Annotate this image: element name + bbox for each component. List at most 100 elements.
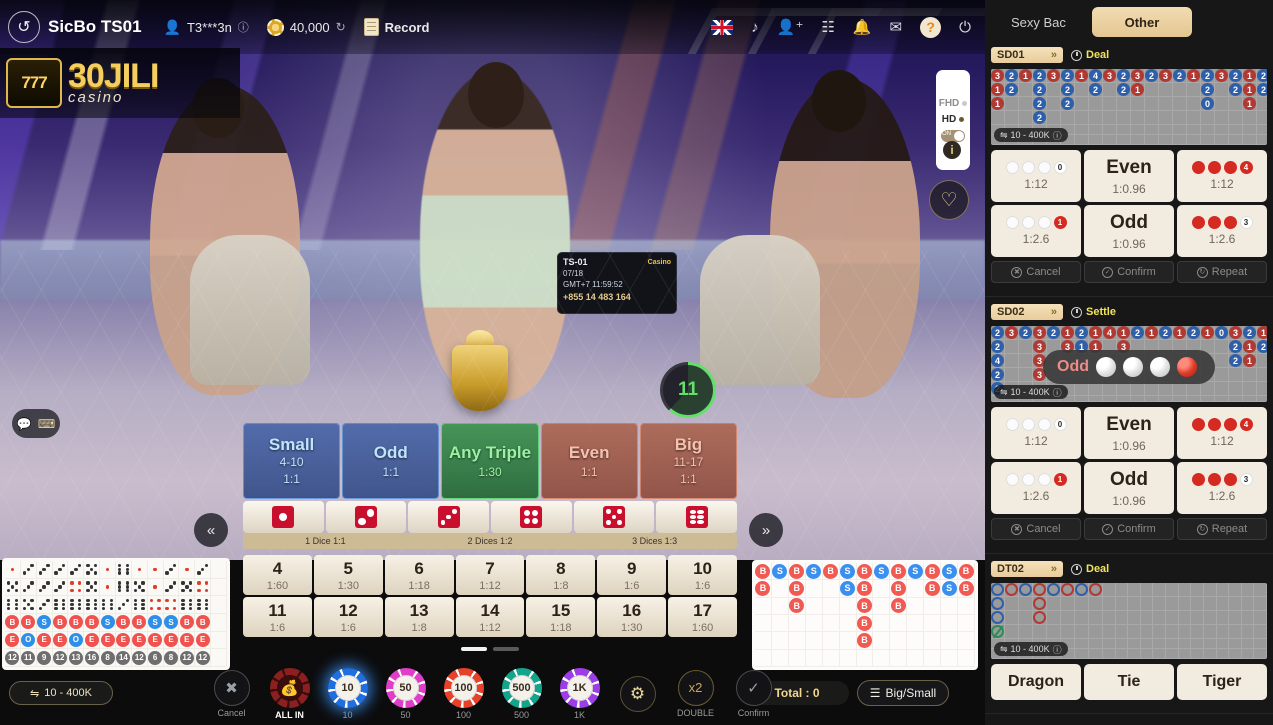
- side-bet-odd[interactable]: Odd 1:0.96: [1084, 205, 1174, 257]
- cancel-chip[interactable]: ✖ Cancel: [210, 669, 254, 718]
- side-bet-dots-5[interactable]: 3 1:2.6: [1177, 462, 1267, 514]
- confirm-button[interactable]: ✓ Confirm: [1084, 518, 1174, 540]
- bet-number-11[interactable]: 11 1:6: [243, 597, 312, 637]
- all-in-chip[interactable]: 💰 ALL IN: [268, 667, 312, 720]
- cancel-button[interactable]: ✖ Cancel: [991, 518, 1081, 540]
- pager-dot-1[interactable]: [493, 647, 519, 651]
- x2-icon[interactable]: x2: [677, 669, 714, 706]
- cancel-button[interactable]: ✖ Cancel: [991, 261, 1081, 283]
- side-bet-dots-2[interactable]: 4 1:12: [1177, 407, 1267, 459]
- chip-50-chip[interactable]: 50 50: [384, 667, 428, 720]
- dice-bet-4[interactable]: [491, 501, 572, 533]
- power-icon[interactable]: ⏻: [959, 19, 971, 36]
- table-roadmap-DT02[interactable]: ⇋ 10 - 400K ⓘ: [991, 583, 1267, 659]
- side-bet-dots-0[interactable]: 0 1:12: [991, 150, 1081, 202]
- bet-number-7[interactable]: 7 1:12: [455, 555, 525, 595]
- table-limit-tag[interactable]: ⇋ 10 - 400K ⓘ: [994, 385, 1068, 399]
- balance-info[interactable]: 40,000 ↻: [266, 18, 346, 36]
- info-icon[interactable]: ⓘ: [1053, 129, 1062, 142]
- flag-uk-icon[interactable]: [711, 19, 734, 35]
- chip-1k-chip[interactable]: 1K 1K: [558, 667, 602, 720]
- chip-50-token[interactable]: 50: [385, 667, 426, 708]
- bet-big[interactable]: Big 11-17 1:1: [639, 423, 738, 499]
- dice-bet-1[interactable]: [243, 501, 324, 533]
- tab-other[interactable]: Other: [1091, 7, 1192, 37]
- table-name-SD02[interactable]: SD02 »: [991, 304, 1063, 320]
- side-bet-dots-2[interactable]: 4 1:12: [1177, 150, 1267, 202]
- bet-number-10[interactable]: 10 1:6: [668, 555, 737, 595]
- dice-bet-6[interactable]: [656, 501, 738, 533]
- side-bet-dots-0[interactable]: 0 1:12: [991, 407, 1081, 459]
- keyboard-icon[interactable]: ⌨: [38, 417, 55, 431]
- chip-500-chip[interactable]: 500 500: [500, 667, 544, 720]
- mail-icon[interactable]: ✉: [890, 18, 903, 36]
- confirm-button[interactable]: ✓ Confirm: [1084, 261, 1174, 283]
- settings-chip[interactable]: ⚙: [616, 675, 660, 712]
- double-chip[interactable]: x2 DOUBLE: [674, 669, 718, 718]
- table-limit-tag[interactable]: ⇋ 10 - 400K ⓘ: [994, 128, 1068, 142]
- bet-number-6[interactable]: 6 1:18: [384, 555, 454, 595]
- close-icon[interactable]: ✖: [213, 669, 250, 706]
- bet-number-15[interactable]: 15 1:18: [526, 597, 596, 637]
- bet-dragon[interactable]: Dragon: [991, 664, 1081, 700]
- table-name-DT02[interactable]: DT02 »: [991, 561, 1063, 577]
- table-roadmap-SD01[interactable]: 3 2 1 2 3 2 1 4 3 2 3 2 3 2 1 2 3 2 1 2 1 2 2 2 2 2 1 2 2 1 2 1 2 2 0 1 2 ⇋ 10…: [991, 69, 1267, 145]
- info-icon[interactable]: ⓘ: [1053, 643, 1062, 656]
- bet-number-14[interactable]: 14 1:12: [455, 597, 525, 637]
- side-bet-dots-5[interactable]: 3 1:2.6: [1177, 205, 1267, 257]
- pager-dot-0[interactable]: [461, 647, 487, 651]
- chip-10-chip[interactable]: 10 10: [326, 667, 370, 720]
- favorite-heart-icon[interactable]: ♡: [929, 180, 969, 220]
- bet-any-triple[interactable]: Any Triple 1:30: [441, 423, 539, 499]
- bet-number-8[interactable]: 8 1:8: [526, 555, 596, 595]
- side-bet-dots-3[interactable]: 1 1:2.6: [991, 462, 1081, 514]
- chevron-left-double-icon[interactable]: «: [194, 513, 228, 547]
- bet-number-12[interactable]: 12 1:6: [313, 597, 383, 637]
- dice-bet-2[interactable]: [325, 501, 407, 533]
- bet-number-16[interactable]: 16 1:30: [597, 597, 667, 637]
- table-name-SD01[interactable]: SD01 »: [991, 47, 1063, 63]
- chip-100-token[interactable]: 100: [443, 667, 484, 708]
- bet-small[interactable]: Small 4-10 1:1: [243, 423, 341, 499]
- dice-bet-3[interactable]: [408, 501, 490, 533]
- dice-history-roadmap[interactable]: B B S B B B S B B S S B B E O E E O E E E E E E E E 12 11 9 12 13 16 8 14…: [2, 558, 230, 670]
- user-info[interactable]: 👤 T3***3n ⓘ: [164, 19, 249, 36]
- all-in-token[interactable]: 💰: [269, 667, 310, 708]
- chip-100-chip[interactable]: 100 100: [442, 667, 486, 720]
- bet-number-17[interactable]: 17 1:60: [668, 597, 737, 637]
- info-icon[interactable]: ⓘ: [1053, 386, 1062, 399]
- repeat-button[interactable]: ↻ Repeat: [1177, 261, 1267, 283]
- check-icon[interactable]: ✓: [735, 669, 772, 706]
- bet-number-9[interactable]: 9 1:6: [597, 555, 667, 595]
- chip-500-token[interactable]: 500: [501, 667, 542, 708]
- side-bet-odd[interactable]: Odd 1:0.96: [1084, 462, 1174, 514]
- info-icon[interactable]: ⓘ: [238, 19, 249, 35]
- gear-icon[interactable]: ⚙: [619, 675, 656, 712]
- chip-1k-token[interactable]: 1K: [559, 667, 600, 708]
- quality-option-fhd[interactable]: FHD: [939, 98, 968, 109]
- refresh-icon[interactable]: ↻: [336, 20, 346, 34]
- back-arrow-icon[interactable]: ↺: [8, 11, 40, 43]
- bet-number-4[interactable]: 4 1:60: [243, 555, 312, 595]
- info-icon[interactable]: i: [943, 141, 961, 159]
- bell-icon[interactable]: 🔔: [853, 18, 872, 36]
- side-bet-even[interactable]: Even 1:0.96: [1084, 407, 1174, 459]
- side-bet-even[interactable]: Even 1:0.96: [1084, 150, 1174, 202]
- confirm-chip[interactable]: ✓ Confirm: [732, 669, 776, 718]
- side-bet-dots-3[interactable]: 1 1:2.6: [991, 205, 1081, 257]
- bet-tie[interactable]: Tie: [1084, 664, 1174, 700]
- table-limit-tag[interactable]: ⇋ 10 - 400K ⓘ: [994, 642, 1068, 656]
- record-button[interactable]: Record: [363, 18, 429, 36]
- bet-odd[interactable]: Odd 1:1: [342, 423, 440, 499]
- help-icon[interactable]: ?: [920, 16, 942, 38]
- tab-sexy-bac[interactable]: Sexy Bac: [993, 7, 1084, 37]
- dice-bet-5[interactable]: [573, 501, 655, 533]
- table-roadmap-SD02[interactable]: 232321214121212103212331132124321232Odd⇋…: [991, 326, 1267, 402]
- chevron-right-double-icon[interactable]: »: [749, 513, 783, 547]
- big-small-bead-road[interactable]: BSBSBSBSBSBSBBBSBBBSBBBBBB: [752, 560, 978, 670]
- apps-icon[interactable]: ☷: [821, 18, 834, 36]
- bet-number-13[interactable]: 13 1:8: [384, 597, 454, 637]
- quality-option-hd[interactable]: HD: [942, 114, 965, 125]
- bet-even[interactable]: Even 1:1: [540, 423, 638, 499]
- chat-icon[interactable]: 💬: [17, 417, 32, 431]
